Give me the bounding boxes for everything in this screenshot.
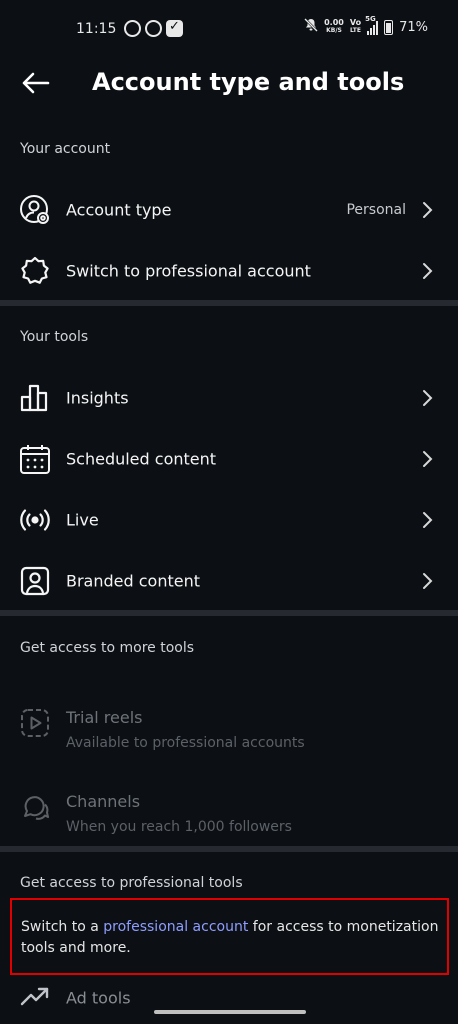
account-type-label: Account type [66,200,172,220]
volte-indicator: Vo LTE [349,18,362,35]
branded-content-icon [19,565,51,597]
network-speed: 0.00 KB/S [324,18,344,35]
whatsapp-icon [145,20,162,37]
promo-text-prefix: Switch to a [21,919,104,935]
trial-reels-label: Trial reels [66,708,143,727]
vpn-check-icon [166,19,183,37]
account-type-and-tools-screen: 11:15 0.00 KB/S Vo LTE 5G [0,0,458,1024]
channels-row: Channels When you reach 1,000 followers [0,772,458,842]
status-notification-icons [124,19,183,37]
live-label: Live [66,510,99,530]
scheduled-content-row[interactable]: Scheduled content [0,429,458,489]
branded-content-row[interactable]: Branded content [0,551,458,611]
ad-tools-row[interactable]: Ad tools [0,980,458,1020]
section-label-more-tools: Get access to more tools [20,640,195,656]
section-divider [0,300,458,306]
trending-up-icon [19,982,51,1014]
switch-to-professional-row[interactable]: Switch to professional account [0,241,458,301]
section-divider [0,846,458,852]
battery-icon [384,19,394,35]
status-time: 11:15 [76,21,117,37]
branded-content-label: Branded content [66,571,200,591]
live-row[interactable]: Live [0,490,458,550]
professional-account-promo: Switch to a professional account for acc… [10,898,449,975]
promo-text: Switch to a professional account for acc… [21,917,441,959]
chevron-right-icon [423,202,433,218]
mute-icon [304,18,318,36]
signal-icon: 5G [365,15,379,35]
battery-percent: 71% [399,19,428,35]
calendar-icon [19,443,51,475]
section-divider [0,610,458,616]
insights-row[interactable]: Insights [0,368,458,428]
professional-account-link[interactable]: professional account [103,919,248,935]
switch-to-professional-label: Switch to professional account [66,261,311,281]
account-settings-icon [19,194,51,226]
chevron-right-icon [423,263,433,279]
chevron-right-icon [423,512,433,528]
section-label-your-account: Your account [20,141,111,157]
gear-badge-icon [19,255,51,287]
top-app-bar: Account type and tools [0,58,458,110]
chevron-right-icon [423,390,433,406]
channels-label: Channels [66,792,141,811]
trial-reels-icon [19,707,51,739]
account-type-value: Personal [346,202,406,218]
trial-reels-row: Trial reels Available to professional ac… [0,688,458,758]
account-type-row[interactable]: Account type Personal [0,180,458,240]
ad-tools-label: Ad tools [66,988,131,1008]
scheduled-content-label: Scheduled content [66,449,217,469]
channels-icon [19,791,51,823]
insights-label: Insights [66,388,129,408]
trial-reels-sublabel: Available to professional accounts [66,735,305,751]
home-indicator[interactable] [154,1010,306,1014]
whatsapp-icon [124,20,141,37]
chevron-right-icon [423,573,433,589]
chevron-right-icon [423,451,433,467]
section-label-professional-tools: Get access to professional tools [20,875,243,891]
arrow-left-icon [22,72,50,94]
section-label-your-tools: Your tools [20,329,89,345]
status-bar: 11:15 0.00 KB/S Vo LTE 5G [0,0,458,58]
live-broadcast-icon [19,504,51,536]
back-button[interactable] [18,68,52,98]
page-title: Account type and tools [92,68,405,96]
bar-chart-icon [19,382,51,414]
channels-sublabel: When you reach 1,000 followers [66,819,292,835]
status-system-icons: 0.00 KB/S Vo LTE 5G 71% [304,15,428,36]
